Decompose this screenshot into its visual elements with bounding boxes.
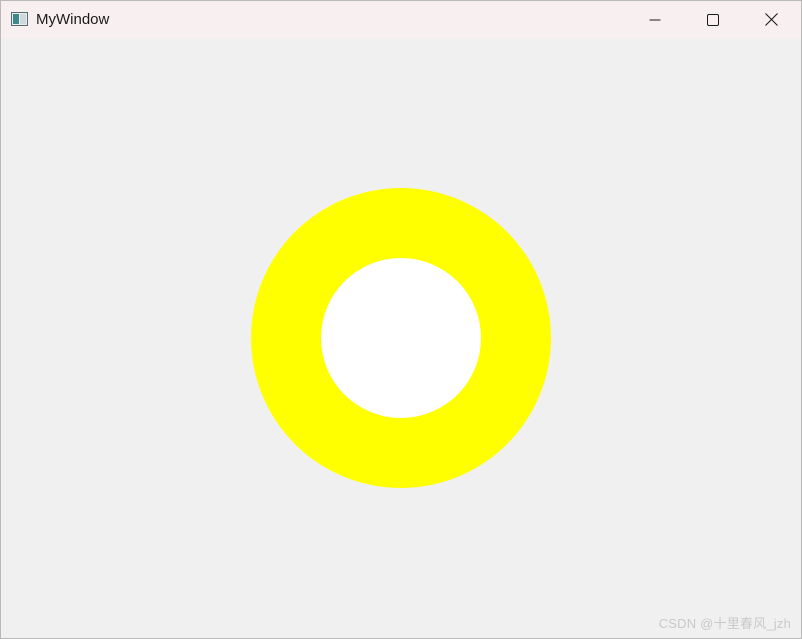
- maximize-icon: [707, 13, 719, 26]
- app-window: MyWindow CSDN @十里春风_jzh: [0, 0, 802, 639]
- minimize-icon: [649, 14, 661, 26]
- app-window-icon: [11, 12, 28, 26]
- watermark-text: CSDN @十里春风_jzh: [658, 616, 791, 631]
- maximize-button[interactable]: [684, 1, 742, 38]
- window-title: MyWindow: [36, 11, 110, 28]
- title-bar[interactable]: MyWindow: [1, 1, 801, 38]
- minimize-button[interactable]: [626, 1, 684, 38]
- close-icon: [764, 13, 778, 26]
- close-button[interactable]: [742, 1, 800, 38]
- ring-inner-circle: [321, 258, 481, 418]
- client-area: CSDN @十里春风_jzh: [1, 38, 801, 638]
- drawing-canvas: [251, 188, 551, 488]
